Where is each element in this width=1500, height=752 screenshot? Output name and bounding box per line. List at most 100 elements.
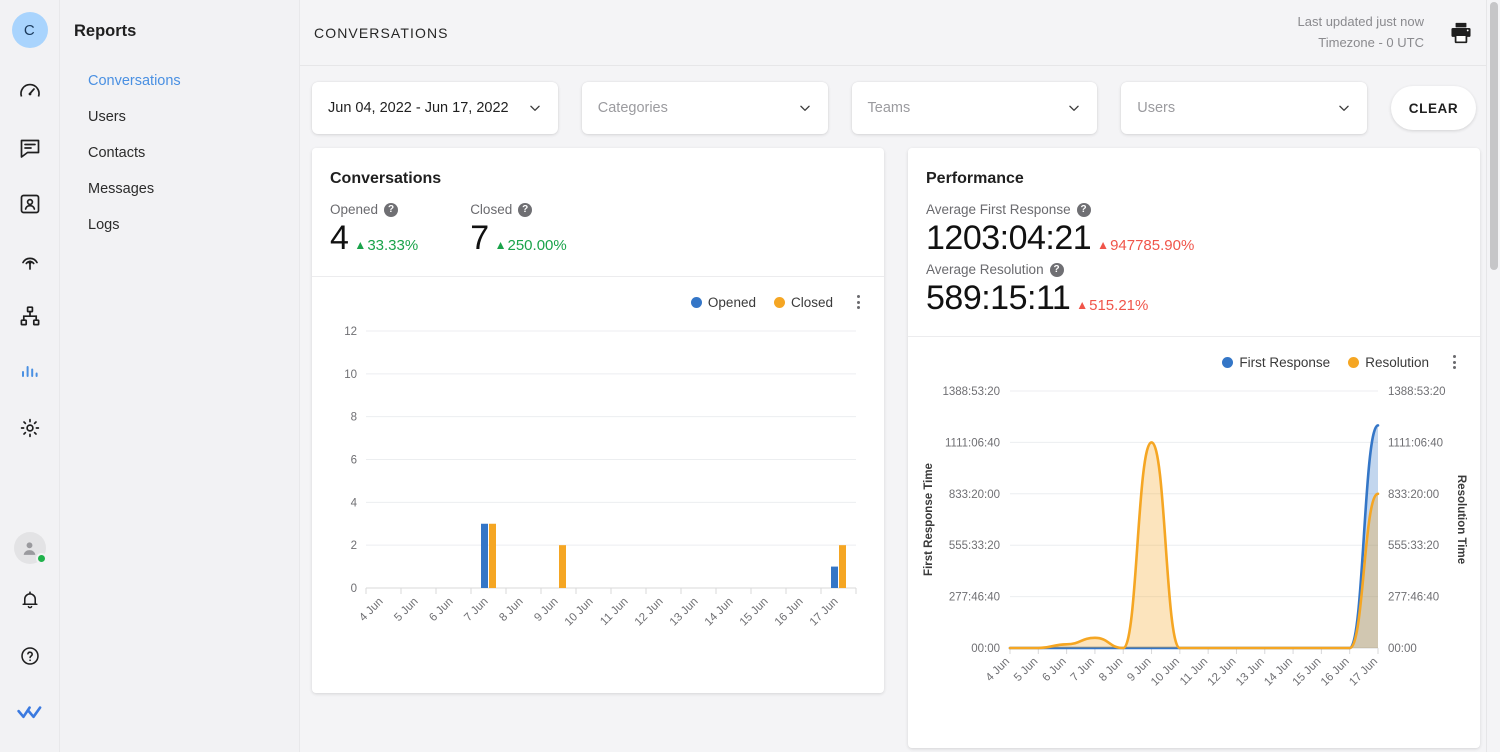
- help-tooltip-icon[interactable]: ?: [1049, 262, 1064, 277]
- svg-text:11 Jun: 11 Jun: [598, 596, 630, 628]
- performance-card-title: Performance: [926, 170, 1024, 187]
- svg-text:555:33:20: 555:33:20: [949, 540, 1000, 552]
- workspace-initial: C: [23, 21, 36, 39]
- legend-label-opened: Opened: [707, 294, 756, 310]
- filter-bar: Jun 04, 2022 - Jun 17, 2022 Categories T…: [300, 66, 1500, 148]
- help-tooltip-icon[interactable]: ?: [518, 202, 533, 217]
- svg-text:8 Jun: 8 Jun: [1097, 656, 1125, 684]
- brand-logo-icon[interactable]: [8, 690, 52, 734]
- performance-card-head: Performance Average First Response ? 120…: [908, 148, 1480, 336]
- sidebar-item-contacts[interactable]: Contacts: [60, 135, 299, 171]
- performance-area-chart[interactable]: 00:00 00:00 277:46:40 277:46:40 555:33:20 555…: [918, 379, 1470, 734]
- metric-afr-value: 1203:04:21: [926, 219, 1092, 257]
- svg-text:13 Jun: 13 Jun: [668, 596, 701, 629]
- help-tooltip-icon[interactable]: ?: [1076, 202, 1091, 217]
- svg-text:11 Jun: 11 Jun: [1178, 656, 1210, 688]
- svg-text:10 Jun: 10 Jun: [1149, 656, 1182, 689]
- svg-text:10 Jun: 10 Jun: [563, 596, 596, 629]
- svg-text:15 Jun: 15 Jun: [738, 596, 771, 629]
- clear-filters-button[interactable]: CLEAR: [1391, 86, 1476, 130]
- reports-sidebar: Reports Conversations Users Contacts Mes…: [60, 0, 300, 752]
- metric-opened-delta-value: 33.33%: [367, 236, 419, 254]
- metric-opened: Opened ? 4 ▲ 33.33%: [330, 202, 418, 258]
- profile-avatar[interactable]: [13, 532, 47, 564]
- main-content: CONVERSATIONS Last updated just now Time…: [300, 0, 1500, 752]
- date-range-value: Jun 04, 2022 - Jun 17, 2022: [328, 100, 509, 116]
- svg-text:12: 12: [344, 326, 357, 338]
- teams-dropdown[interactable]: Teams: [851, 82, 1098, 134]
- legend-item-opened[interactable]: Opened: [690, 294, 756, 310]
- svg-text:17 Jun: 17 Jun: [808, 596, 841, 629]
- portals-icon[interactable]: [8, 294, 52, 338]
- svg-text:1388:53:20: 1388:53:20: [1388, 386, 1446, 398]
- performance-metrics: Average First Response ? 1203:04:21 ▲ 94…: [926, 202, 1462, 318]
- page-header: CONVERSATIONS Last updated just now Time…: [300, 0, 1500, 66]
- svg-text:277:46:40: 277:46:40: [1388, 592, 1439, 604]
- sidebar-item-users[interactable]: Users: [60, 99, 299, 135]
- conversations-icon[interactable]: [8, 126, 52, 170]
- help-tooltip-icon[interactable]: ?: [384, 202, 399, 217]
- svg-text:16 Jun: 16 Jun: [1319, 656, 1352, 689]
- header-meta: Last updated just now Timezone - 0 UTC: [1298, 12, 1424, 52]
- rail-bottom-group: [8, 532, 52, 752]
- sidebar-item-logs[interactable]: Logs: [60, 207, 299, 243]
- metric-ar-label: Average Resolution: [926, 262, 1044, 277]
- kebab-menu-icon[interactable]: [1447, 351, 1462, 373]
- svg-text:2: 2: [351, 540, 357, 552]
- metric-opened-value-row: 4 ▲ 33.33%: [330, 219, 418, 258]
- printer-icon[interactable]: [1446, 18, 1476, 48]
- svg-text:16 Jun: 16 Jun: [773, 596, 806, 629]
- legend-label-first-response: First Response: [1239, 354, 1331, 370]
- legend-label-resolution: Resolution: [1365, 354, 1429, 370]
- svg-text:833:20:00: 833:20:00: [1388, 489, 1439, 501]
- chevron-down-icon: [798, 101, 812, 115]
- legend-item-first-response[interactable]: First Response: [1222, 355, 1330, 370]
- kebab-menu-icon[interactable]: [851, 291, 866, 313]
- metric-afr-value-row: 1203:04:21 ▲ 947785.90%: [926, 219, 1462, 258]
- conversations-card: Conversations Opened ? 4 ▲ 33.33% Closed…: [312, 148, 884, 693]
- notifications-bell-icon[interactable]: [8, 578, 52, 622]
- date-range-dropdown[interactable]: Jun 04, 2022 - Jun 17, 2022: [312, 82, 558, 134]
- metric-ar-value: 589:15:11: [926, 279, 1071, 317]
- sidebar-item-conversations[interactable]: Conversations: [60, 63, 299, 99]
- help-icon[interactable]: [8, 634, 52, 678]
- svg-text:0: 0: [351, 583, 357, 595]
- conversations-card-title: Conversations: [330, 170, 442, 187]
- conversations-bar-chart[interactable]: 0246810124 Jun 5 Jun 6 Jun 7 Jun 8 Jun 9 Jun 1…: [322, 319, 874, 674]
- svg-text:15 Jun: 15 Jun: [1291, 656, 1324, 689]
- legend-item-resolution[interactable]: Resolution: [1348, 355, 1429, 370]
- users-dropdown[interactable]: Users: [1121, 82, 1367, 134]
- metric-opened-delta: ▲ 33.33%: [354, 237, 418, 254]
- svg-text:6 Jun: 6 Jun: [1040, 656, 1068, 684]
- sidebar-list: Conversations Users Contacts Messages Lo…: [60, 63, 299, 243]
- conversations-chart-wrap: Opened Closed 0 2 4 6 8 10 12 4 Jun 5 Jun 6 Jun 7 …: [312, 277, 884, 684]
- svg-text:7 Jun: 7 Jun: [1069, 656, 1097, 684]
- svg-text:14 Jun: 14 Jun: [703, 596, 736, 629]
- caret-up-icon: ▲: [1076, 298, 1089, 312]
- report-cards: Conversations Opened ? 4 ▲ 33.33% Closed…: [300, 148, 1500, 748]
- svg-text:7 Jun: 7 Jun: [462, 596, 490, 624]
- legend-item-closed[interactable]: Closed: [773, 295, 833, 310]
- reports-icon[interactable]: [8, 350, 52, 394]
- categories-placeholder: Categories: [597, 100, 668, 116]
- chevron-down-icon: [1337, 101, 1351, 115]
- svg-text:4 Jun: 4 Jun: [357, 596, 385, 624]
- page-scrollbar[interactable]: [1486, 0, 1500, 752]
- workspace-avatar[interactable]: C: [11, 12, 48, 48]
- contacts-icon[interactable]: [8, 182, 52, 226]
- scrollbar-thumb[interactable]: [1490, 2, 1498, 270]
- caret-up-icon: ▲: [494, 238, 507, 252]
- svg-text:13 Jun: 13 Jun: [1234, 656, 1267, 689]
- app-root: C Reports Conversations Users Contacts M…: [0, 0, 1500, 752]
- campaigns-icon[interactable]: [8, 238, 52, 282]
- svg-text:1111:06:40: 1111:06:40: [1388, 437, 1443, 449]
- sidebar-item-messages[interactable]: Messages: [60, 171, 299, 207]
- conversations-metrics: Opened ? 4 ▲ 33.33% Closed ? 7 ▲ 250.00%: [330, 202, 866, 258]
- dashboard-icon[interactable]: [8, 70, 52, 114]
- metric-afr-label-row: Average First Response ?: [926, 202, 1462, 217]
- chevron-down-icon: [528, 101, 542, 115]
- settings-icon[interactable]: [8, 406, 52, 450]
- categories-dropdown[interactable]: Categories: [581, 82, 828, 134]
- legend-swatch-first-response: [1222, 356, 1234, 368]
- metric-closed-label-row: Closed ?: [470, 202, 567, 217]
